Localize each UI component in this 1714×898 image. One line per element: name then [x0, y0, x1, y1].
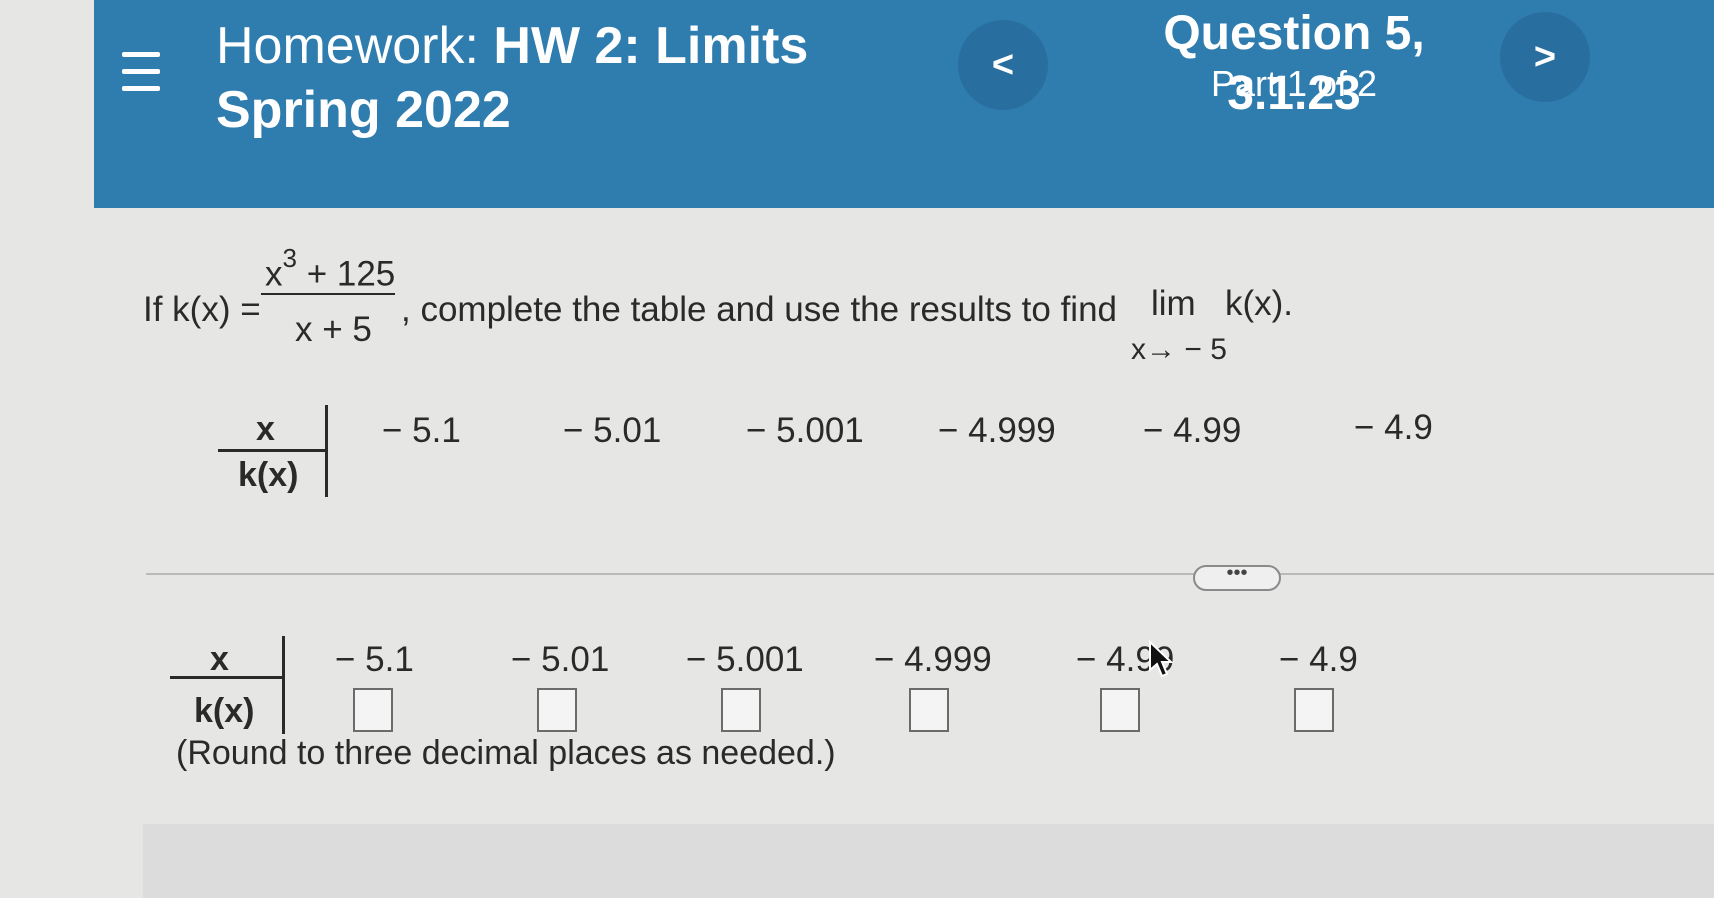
- limit-subscript: x→ − 5: [1131, 333, 1227, 366]
- table-x-value: − 5.1: [382, 411, 461, 450]
- question-part: Part 1 of 2: [1210, 63, 1378, 104]
- k-value-input[interactable]: [1100, 688, 1140, 732]
- answer-x-value: − 5.001: [686, 640, 804, 679]
- next-question-button[interactable]: >: [1500, 12, 1590, 102]
- section-divider: [146, 573, 1714, 575]
- denominator: x + 5: [295, 310, 372, 349]
- header-bar: Homework: HW 2: Limits Spring 2022 < Que…: [94, 0, 1714, 208]
- table-x-value: − 4.999: [938, 411, 1056, 450]
- chevron-right-icon: >: [1533, 35, 1557, 78]
- rounding-note: (Round to three decimal places as needed…: [176, 734, 836, 772]
- homework-term: Spring 2022: [216, 81, 511, 139]
- k-value-input[interactable]: [909, 688, 949, 732]
- k-value-input[interactable]: [1294, 688, 1334, 732]
- limit-symbol: lim: [1151, 284, 1196, 323]
- numerator-exponent: 3: [282, 243, 297, 273]
- menu-icon[interactable]: [120, 50, 164, 94]
- numerator-base: x: [265, 254, 283, 294]
- numerator-rest: + 125: [306, 254, 396, 294]
- table-x-label: x: [256, 410, 275, 448]
- problem-prefix: If k(x) =: [143, 290, 261, 329]
- previous-question-button[interactable]: <: [958, 20, 1048, 110]
- homework-name: HW 2: Limits: [493, 17, 809, 75]
- problem-suffix: , complete the table and use the results…: [401, 290, 1117, 329]
- answer-column-divider: [282, 636, 285, 734]
- answer-x-value: − 5.01: [511, 640, 610, 679]
- answer-x-value: − 5.1: [335, 640, 414, 679]
- answer-k-label: k(x): [194, 692, 255, 730]
- mouse-pointer-icon: [1149, 640, 1174, 678]
- limit-function: k(x).: [1225, 284, 1294, 323]
- answer-x-label: x: [210, 640, 229, 678]
- homework-title: Homework: HW 2: Limits Spring 2022: [216, 14, 808, 142]
- k-value-input[interactable]: [721, 688, 761, 732]
- numerator: x3 + 125: [265, 242, 395, 297]
- table-k-label: k(x): [238, 456, 299, 494]
- fraction-bar: [261, 293, 395, 295]
- chevron-left-icon: <: [991, 43, 1015, 86]
- k-value-input[interactable]: [537, 688, 577, 732]
- table-x-value: − 5.01: [563, 411, 662, 450]
- k-value-input[interactable]: [353, 688, 393, 732]
- answer-x-value: − 4.999: [874, 640, 992, 679]
- table-x-value: − 4.9: [1354, 408, 1433, 447]
- answer-row-divider: [170, 676, 284, 679]
- table-row-divider: [218, 449, 326, 452]
- table-column-divider: [325, 405, 328, 497]
- more-options-button[interactable]: •••: [1193, 563, 1281, 591]
- homework-prefix: Homework:: [216, 17, 494, 75]
- answer-x-value: − 4.9: [1279, 640, 1358, 679]
- bottom-panel: [143, 824, 1714, 898]
- table-x-value: − 4.99: [1143, 411, 1242, 450]
- table-x-value: − 5.001: [746, 411, 864, 450]
